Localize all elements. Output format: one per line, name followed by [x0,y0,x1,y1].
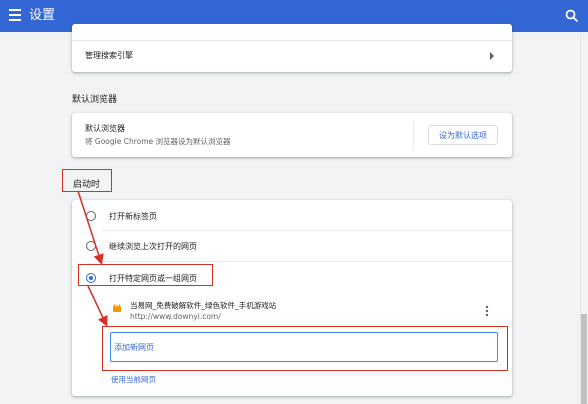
annotation-arrows [77,190,108,327]
annotation-arrow [77,190,104,265]
annotation-arrow [87,285,108,327]
